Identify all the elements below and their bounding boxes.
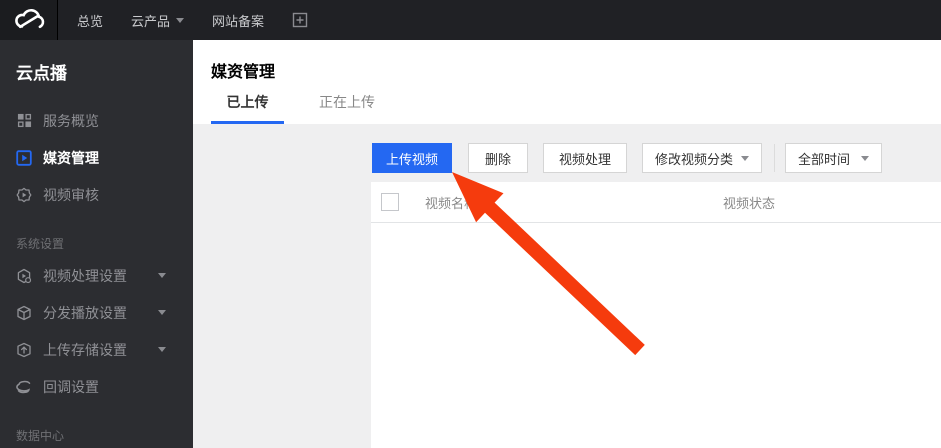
topnav-website-record-label: 网站备案 xyxy=(212,13,265,29)
time-filter-select[interactable]: 全部时间 xyxy=(785,143,882,173)
modify-category-label: 修改视频分类 xyxy=(655,151,734,167)
page-title: 媒资管理 xyxy=(211,64,276,81)
sidebar-item-label: 服务概览 xyxy=(43,112,99,129)
sidebar-item-label: 回调设置 xyxy=(43,378,99,395)
topnav-item-overview[interactable]: 总览 xyxy=(77,11,103,30)
video-process-icon xyxy=(16,268,32,284)
sidebar-item-label: 上传存储设置 xyxy=(43,341,127,358)
distribute-play-icon xyxy=(16,305,32,321)
caret-down-icon xyxy=(158,273,166,278)
sidebar-item-media-management[interactable]: 媒资管理 xyxy=(0,139,193,176)
sidebar-item-label: 视频审核 xyxy=(43,186,99,203)
video-review-icon xyxy=(16,187,32,203)
topnav-item-cloud-products[interactable]: 云产品 xyxy=(131,11,185,30)
tab-bar: 已上传 正在上传 xyxy=(211,92,410,124)
sidebar-section-data-center: 数据中心 xyxy=(16,429,65,443)
select-all-checkbox[interactable] xyxy=(381,193,399,211)
modify-category-dropdown[interactable]: 修改视频分类 xyxy=(642,143,762,173)
toolbar-divider xyxy=(774,144,775,172)
plus-square-icon xyxy=(292,12,308,28)
upload-video-button[interactable]: 上传视频 xyxy=(372,143,452,173)
grid-icon xyxy=(16,113,32,129)
topnav: 总览 云产品 网站备案 xyxy=(77,0,308,40)
sidebar-item-video-process-settings[interactable]: 视频处理设置 xyxy=(0,257,193,294)
sidebar-product-title: 云点播 xyxy=(16,64,67,83)
tencent-cloud-logo[interactable] xyxy=(0,0,58,40)
sidebar-item-label: 分发播放设置 xyxy=(43,304,127,321)
media-play-icon xyxy=(16,149,32,166)
time-filter-value: 全部时间 xyxy=(798,151,851,167)
page-header: 媒资管理 已上传 正在上传 xyxy=(193,40,941,124)
callback-icon xyxy=(16,379,32,395)
table-header-row: 视频名称/ID 视频状态 xyxy=(371,182,941,223)
sidebar-item-callback-settings[interactable]: 回调设置 xyxy=(0,368,193,405)
sidebar-item-label: 媒资管理 xyxy=(43,149,99,166)
caret-down-icon xyxy=(158,310,166,315)
sidebar: 云点播 服务概览 媒资管理 视频审核 系统设置 视频处理设置 分发播放设置 上传… xyxy=(0,40,193,448)
column-header-video-name: 视频名称/ID xyxy=(425,195,494,211)
topnav-item-website-record[interactable]: 网站备案 xyxy=(212,11,264,30)
sidebar-menu: 服务概览 媒资管理 视频审核 xyxy=(0,102,193,213)
toolbar: 上传视频 删除 视频处理 修改视频分类 全部时间 xyxy=(372,143,882,173)
table-body-empty xyxy=(371,223,941,448)
caret-down-icon xyxy=(741,155,749,161)
video-process-button[interactable]: 视频处理 xyxy=(543,143,627,173)
media-table: 视频名称/ID 视频状态 xyxy=(371,182,941,448)
sidebar-item-label: 视频处理设置 xyxy=(43,267,127,284)
topnav-overview-label: 总览 xyxy=(77,13,104,29)
add-nav-shortcut-button[interactable] xyxy=(292,12,308,28)
delete-button[interactable]: 删除 xyxy=(468,143,528,173)
upload-storage-icon xyxy=(16,342,32,358)
caret-down-icon xyxy=(861,155,869,161)
sidebar-section-system-settings: 系统设置 xyxy=(16,237,65,251)
sidebar-item-service-overview[interactable]: 服务概览 xyxy=(0,102,193,139)
sidebar-item-distribute-play-settings[interactable]: 分发播放设置 xyxy=(0,294,193,331)
column-header-video-status: 视频状态 xyxy=(723,195,776,211)
sidebar-item-video-review[interactable]: 视频审核 xyxy=(0,176,193,213)
tencent-cloud-logo-icon xyxy=(14,8,44,29)
sidebar-item-upload-storage-settings[interactable]: 上传存储设置 xyxy=(0,331,193,368)
topbar: 总览 云产品 网站备案 xyxy=(0,0,941,40)
tab-uploading[interactable]: 正在上传 xyxy=(310,92,384,124)
tab-uploaded[interactable]: 已上传 xyxy=(211,92,284,124)
topnav-cloud-products-label: 云产品 xyxy=(131,13,171,29)
caret-down-icon xyxy=(158,347,166,352)
caret-down-icon xyxy=(176,17,185,23)
